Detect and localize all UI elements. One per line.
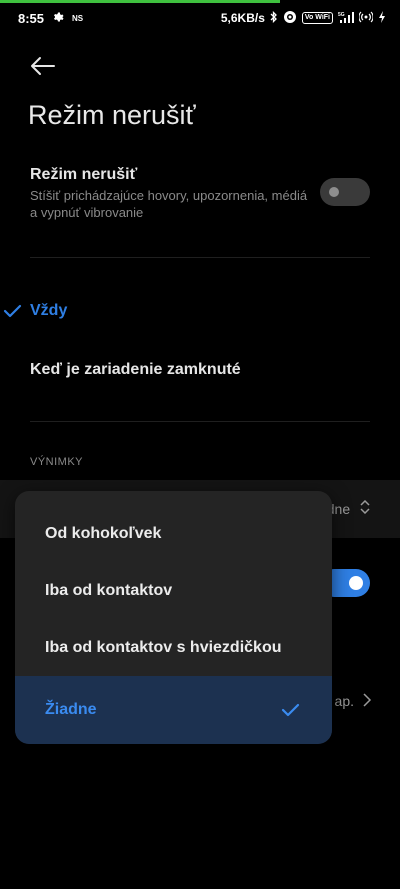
carrier-badge: NS bbox=[72, 13, 84, 23]
page-title: Režim nerušiť bbox=[28, 100, 196, 130]
dnd-setting-row[interactable]: Režim nerušiť Stíšiť prichádzajúce hovor… bbox=[30, 166, 370, 222]
bluetooth-icon bbox=[270, 10, 278, 26]
back-button[interactable] bbox=[26, 52, 60, 80]
menu-item-none[interactable]: Žiadne bbox=[15, 676, 332, 744]
option-always[interactable]: Vždy bbox=[30, 302, 67, 320]
net-speed: 5,6KB/s bbox=[220, 11, 265, 25]
network-type-label: 5G bbox=[338, 12, 345, 18]
option-when-locked[interactable]: Keď je zariadenie zamknuté bbox=[30, 361, 241, 379]
vowifi-badge: Vo WiFi bbox=[301, 12, 333, 24]
toggle-knob bbox=[349, 576, 363, 590]
menu-item-label: Žiadne bbox=[45, 701, 97, 718]
divider bbox=[30, 257, 370, 258]
dnd-toggle[interactable] bbox=[320, 178, 370, 206]
dnd-setting-description: Stíšiť prichádzajúce hovory, upozornenia… bbox=[30, 188, 308, 220]
exceptions-value-2: ap. bbox=[334, 693, 354, 709]
exceptions-value: dne bbox=[327, 499, 370, 517]
signal-5g-icon: 5G bbox=[338, 11, 354, 26]
menu-item-contacts[interactable]: Iba od kontaktov bbox=[15, 562, 332, 619]
arrow-left-icon bbox=[31, 57, 55, 75]
checkmark-icon bbox=[280, 700, 300, 725]
wifi-icon bbox=[358, 11, 374, 26]
toggle-knob bbox=[329, 187, 339, 197]
chevron-up-down-icon bbox=[360, 499, 370, 517]
menu-item-anyone[interactable]: Od kohokoľvek bbox=[15, 505, 332, 562]
gear-icon bbox=[52, 11, 64, 26]
hotspot-icon bbox=[283, 10, 297, 27]
charging-icon bbox=[378, 10, 386, 26]
status-bar: 8:55 NS 5,6KB/s Vo WiFi 5G bbox=[0, 0, 400, 36]
checkmark-icon bbox=[2, 301, 22, 321]
status-time: 8:55 bbox=[18, 10, 45, 26]
menu-item-label: Iba od kontaktov s hviezdičkou bbox=[45, 638, 282, 656]
chevron-right-icon bbox=[362, 692, 372, 713]
divider bbox=[30, 421, 370, 422]
exceptions-dropdown-menu: Od kohokoľvek Iba od kontaktov Iba od ko… bbox=[15, 491, 332, 744]
menu-item-starred-contacts[interactable]: Iba od kontaktov s hviezdičkou bbox=[15, 619, 332, 676]
exceptions-section-label: VÝNIMKY bbox=[30, 456, 84, 468]
menu-item-label: Iba od kontaktov bbox=[45, 581, 173, 599]
menu-item-label: Od kohokoľvek bbox=[45, 524, 162, 542]
dnd-setting-title: Režim nerušiť bbox=[30, 166, 138, 183]
